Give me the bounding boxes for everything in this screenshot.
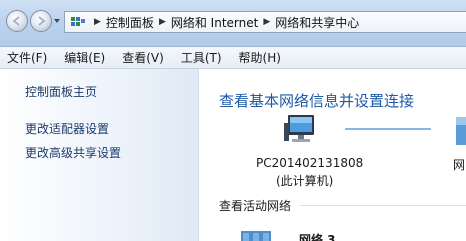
page-title: 查看基本网络信息并设置连接 [219,92,415,110]
network-icon[interactable] [454,115,466,149]
navigation-pane: 控制面板主页 更改适配器设置 更改高级共享设置 [0,69,199,241]
address-bar[interactable]: ▶ 控制面板 ▶ 网络和 Internet ▶ 网络和共享中心 [64,11,466,33]
breadcrumb-separator-icon[interactable]: ▶ [263,17,270,27]
menu-tools[interactable]: 工具(T) [181,49,222,66]
control-panel-icon [70,15,86,29]
back-arrow-icon [12,16,20,26]
forward-button[interactable] [30,10,52,32]
computer-icon[interactable] [284,113,320,149]
menu-help[interactable]: 帮助(H) [239,49,281,66]
menu-file[interactable]: 文件(F) [7,49,47,66]
computer-subtitle: (此计算机) [276,174,334,188]
active-networks-heading: 查看活动网络 [219,199,292,213]
menu-view[interactable]: 查看(V) [122,49,164,66]
network-label: 网 [453,158,466,172]
breadcrumb-separator-icon[interactable]: ▶ [94,17,101,27]
menu-edit[interactable]: 编辑(E) [64,49,105,66]
forward-arrow-icon [38,16,46,26]
active-network-name: 网络 3 [299,233,336,241]
breadcrumb-control-panel[interactable]: 控制面板 [106,14,154,31]
breadcrumb-network-sharing-center[interactable]: 网络和共享中心 [275,14,359,31]
menu-bar: 文件(F) 编辑(E) 查看(V) 工具(T) 帮助(H) [0,47,466,69]
section-divider [300,205,466,206]
network-bench-icon [241,231,271,241]
breadcrumb-network-internet[interactable]: 网络和 Internet [171,14,258,31]
sidebar-item-change-advanced-sharing[interactable]: 更改高级共享设置 [25,144,121,161]
title-bar: ▶ 控制面板 ▶ 网络和 Internet ▶ 网络和共享中心 [0,0,466,47]
history-dropdown-icon[interactable] [54,19,60,23]
computer-name: PC201402131808 [256,156,364,170]
sidebar-item-control-panel-home[interactable]: 控制面板主页 [25,83,97,100]
back-button[interactable] [6,10,28,32]
main-content: 查看基本网络信息并设置连接 PC201402131808 (此计算机) 网 查看… [199,69,466,241]
breadcrumb-separator-icon[interactable]: ▶ [159,17,166,27]
sidebar-item-change-adapter-settings[interactable]: 更改适配器设置 [25,120,109,137]
connection-line [345,128,431,130]
